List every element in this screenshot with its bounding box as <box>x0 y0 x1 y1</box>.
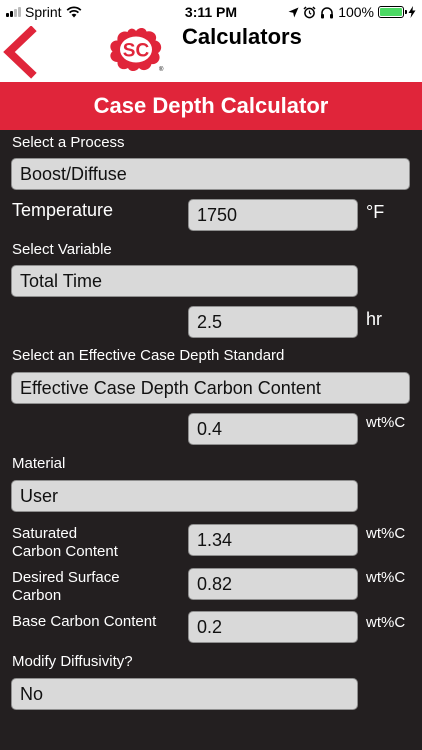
process-select[interactable]: Boost/Diffuse <box>11 158 410 190</box>
variable-label: Select Variable <box>12 241 112 258</box>
calculator-title: Case Depth Calculator <box>0 82 422 130</box>
back-button[interactable] <box>0 25 40 80</box>
alarm-clock-icon <box>303 5 316 18</box>
base-carbon-unit: wt%C <box>366 614 406 631</box>
battery-percent: 100% <box>338 4 374 20</box>
battery-fill <box>380 8 402 16</box>
desired-label-line1: Desired Surface <box>12 569 120 586</box>
saturated-carbon-unit: wt%C <box>366 525 406 542</box>
battery-icon <box>378 6 407 18</box>
material-label: Material <box>12 455 66 472</box>
standard-carbon-unit: wt%C <box>366 414 406 431</box>
saturated-carbon-input[interactable]: 1.34 <box>188 524 358 556</box>
desired-carbon-input[interactable]: 0.82 <box>188 568 358 600</box>
nav-bar: SC ® Calculators <box>0 24 422 82</box>
diffusivity-select[interactable]: No <box>11 678 358 710</box>
location-arrow-icon <box>288 7 299 17</box>
base-carbon-input[interactable]: 0.2 <box>188 611 358 643</box>
chevron-left-icon <box>3 25 37 79</box>
saturated-label-line1: Saturated <box>12 525 78 542</box>
variable-select[interactable]: Total Time <box>11 265 358 297</box>
desired-label-line2: Carbon <box>12 587 62 604</box>
saturated-label-line2: Carbon Content <box>12 543 118 560</box>
process-label: Select a Process <box>12 134 125 151</box>
logo-text: SC <box>123 41 150 62</box>
headphones-icon <box>321 6 334 18</box>
time-input[interactable]: 2.5 <box>188 306 358 338</box>
standard-carbon-input[interactable]: 0.4 <box>188 413 358 445</box>
temperature-unit: °F <box>366 202 385 222</box>
diffusivity-label: Modify Diffusivity? <box>12 653 133 670</box>
sc-logo-icon: SC ® <box>110 28 164 73</box>
desired-carbon-unit: wt%C <box>366 569 406 586</box>
standard-select[interactable]: Effective Case Depth Carbon Content <box>11 372 410 404</box>
base-carbon-label: Base Carbon Content <box>12 613 157 630</box>
status-right: 100% <box>288 4 416 20</box>
temperature-label: Temperature <box>12 200 114 220</box>
status-bar: Sprint 3:11 PM 100% <box>0 0 422 24</box>
sc-logo: SC ® <box>108 27 164 73</box>
standard-label: Select an Effective Case Depth Standard <box>12 347 285 364</box>
logo-registered-mark: ® <box>159 66 164 73</box>
time-unit: hr <box>366 309 383 329</box>
temperature-input[interactable]: 1750 <box>188 199 358 231</box>
page-title: Calculators <box>182 24 302 49</box>
material-select[interactable]: User <box>11 480 358 512</box>
charging-bolt-icon <box>408 6 416 18</box>
